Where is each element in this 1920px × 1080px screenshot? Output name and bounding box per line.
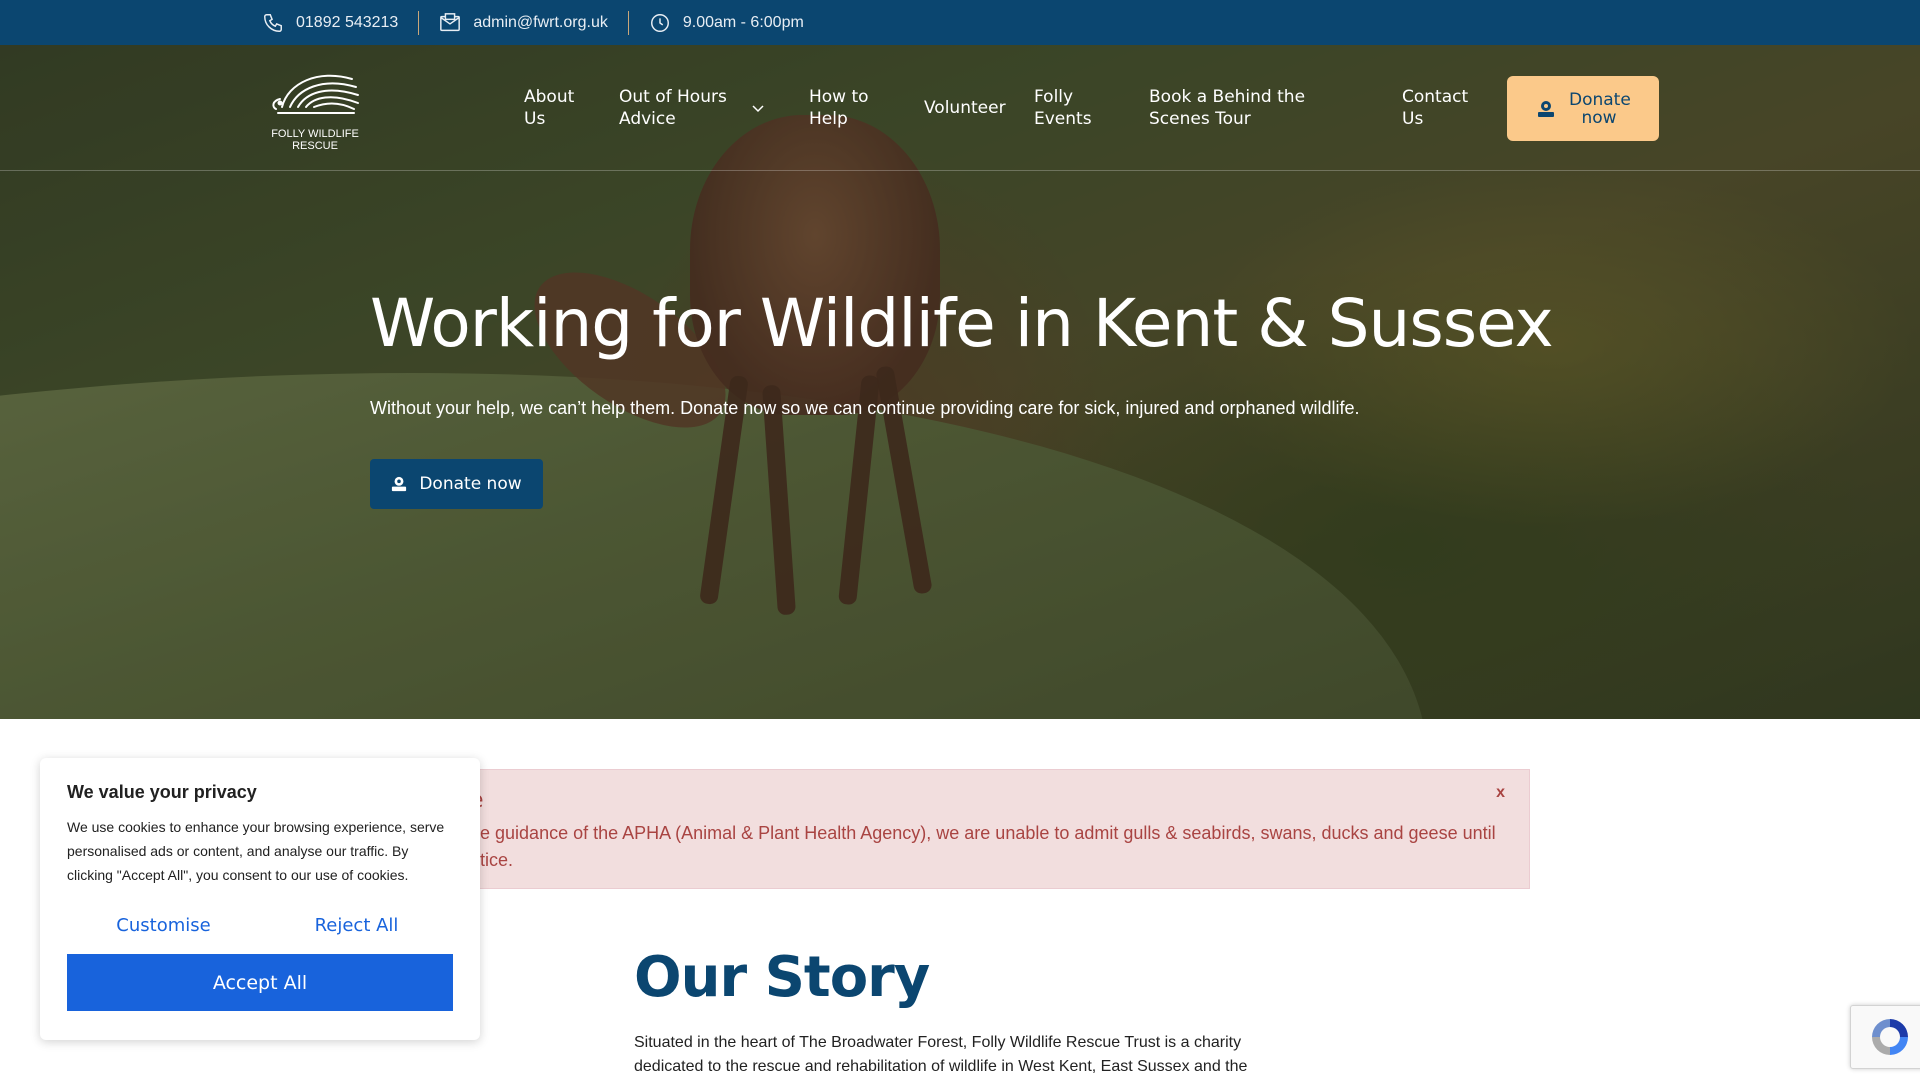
notice-close-button[interactable]: x: [1496, 784, 1505, 802]
nav-label[interactable]: Folly Events: [1034, 86, 1109, 130]
header-donate-button[interactable]: Donate now: [1507, 76, 1659, 141]
cookie-title: We value your privacy: [67, 782, 257, 802]
nav-item-volunteer[interactable]: Volunteer: [924, 97, 1006, 119]
nav-item-folly-events[interactable]: Folly Events: [1034, 86, 1109, 130]
email-contact[interactable]: admin@fwrt.org.uk: [439, 12, 628, 34]
nav-label[interactable]: About Us: [524, 86, 579, 130]
nav-label[interactable]: Volunteer: [924, 97, 1006, 119]
chevron-down-icon[interactable]: [751, 101, 765, 115]
mail-icon: [440, 12, 461, 31]
top-contact-bar: 01892 543213 admin@fwrt.org.uk 9.00am - …: [0, 0, 1920, 45]
cookie-reject-all-button[interactable]: Reject All: [260, 907, 453, 944]
hero-title: Working for Wildlife in Kent & Sussex: [370, 285, 1554, 362]
phone-number[interactable]: 01892 543213: [296, 14, 398, 32]
divider: [418, 10, 420, 35]
donate-icon: [1538, 100, 1554, 117]
cookie-customise-button[interactable]: Customise: [67, 907, 260, 944]
nav-item-how-to-help[interactable]: How to Help: [809, 86, 884, 130]
email-address[interactable]: admin@fwrt.org.uk: [473, 14, 608, 32]
nav-item-about-us[interactable]: About Us: [524, 86, 579, 130]
donate-icon: [392, 476, 407, 492]
clock-icon: [650, 13, 669, 32]
cookie-secondary-actions: Customise Reject All: [67, 907, 453, 944]
nav-label[interactable]: Contact Us: [1402, 86, 1468, 130]
notice-text-line-2: otice.: [470, 850, 514, 870]
cookie-consent-panel: We value your privacy We use cookies to …: [40, 758, 480, 1040]
notice-text: he guidance of the APHA (Animal & Plant …: [470, 820, 1510, 874]
hero-subtitle: Without your help, we can’t help them. D…: [370, 398, 1360, 418]
logo-line-1: FOLLY WILDLIFE: [271, 128, 359, 140]
nav-label[interactable]: How to Help: [809, 86, 884, 130]
cookie-accept-all-button[interactable]: Accept All: [67, 954, 453, 1011]
nav-item-contact-us[interactable]: Contact Us: [1402, 86, 1468, 130]
notice-text-line-1: he guidance of the APHA (Animal & Plant …: [470, 823, 1496, 843]
hero-donate-label[interactable]: Donate now: [419, 474, 521, 494]
hero-donate-button[interactable]: Donate now: [370, 459, 543, 509]
site-logo[interactable]: FOLLY WILDLIFE RESCUE: [262, 63, 368, 155]
divider: [627, 10, 629, 35]
logo-line-2: RESCUE: [292, 140, 338, 152]
opening-hours: 9.00am - 6:00pm: [649, 12, 824, 34]
phone-icon: [264, 13, 282, 32]
recaptcha-badge[interactable]: [1850, 1005, 1920, 1069]
main-nav: About Us Out of Hours Advice How to Help…: [524, 45, 1502, 171]
nav-label[interactable]: Book a Behind the Scenes Tour: [1149, 86, 1362, 130]
site-header: FOLLY WILDLIFE RESCUE About Us Out of Ho…: [0, 45, 1920, 171]
hours-text: 9.00am - 6:00pm: [682, 13, 804, 31]
our-story-title: Our Story: [634, 945, 930, 1010]
recaptcha-icon: [1872, 1019, 1908, 1055]
hedgehog-logo-icon: [272, 74, 359, 114]
phone-contact[interactable]: 01892 543213: [262, 12, 418, 34]
nav-item-out-of-hours-advice[interactable]: Out of Hours Advice: [619, 86, 769, 130]
nav-label[interactable]: Out of Hours Advice: [619, 86, 739, 130]
logo-text: FOLLY WILDLIFE RESCUE: [262, 128, 368, 152]
header-donate-label[interactable]: Donate now: [1569, 91, 1631, 127]
our-story-text: Situated in the heart of The Broadwater …: [634, 1034, 1248, 1075]
cookie-text: We use cookies to enhance your browsing …: [67, 819, 445, 883]
nav-item-behind-the-scenes-tour[interactable]: Book a Behind the Scenes Tour: [1149, 86, 1362, 130]
